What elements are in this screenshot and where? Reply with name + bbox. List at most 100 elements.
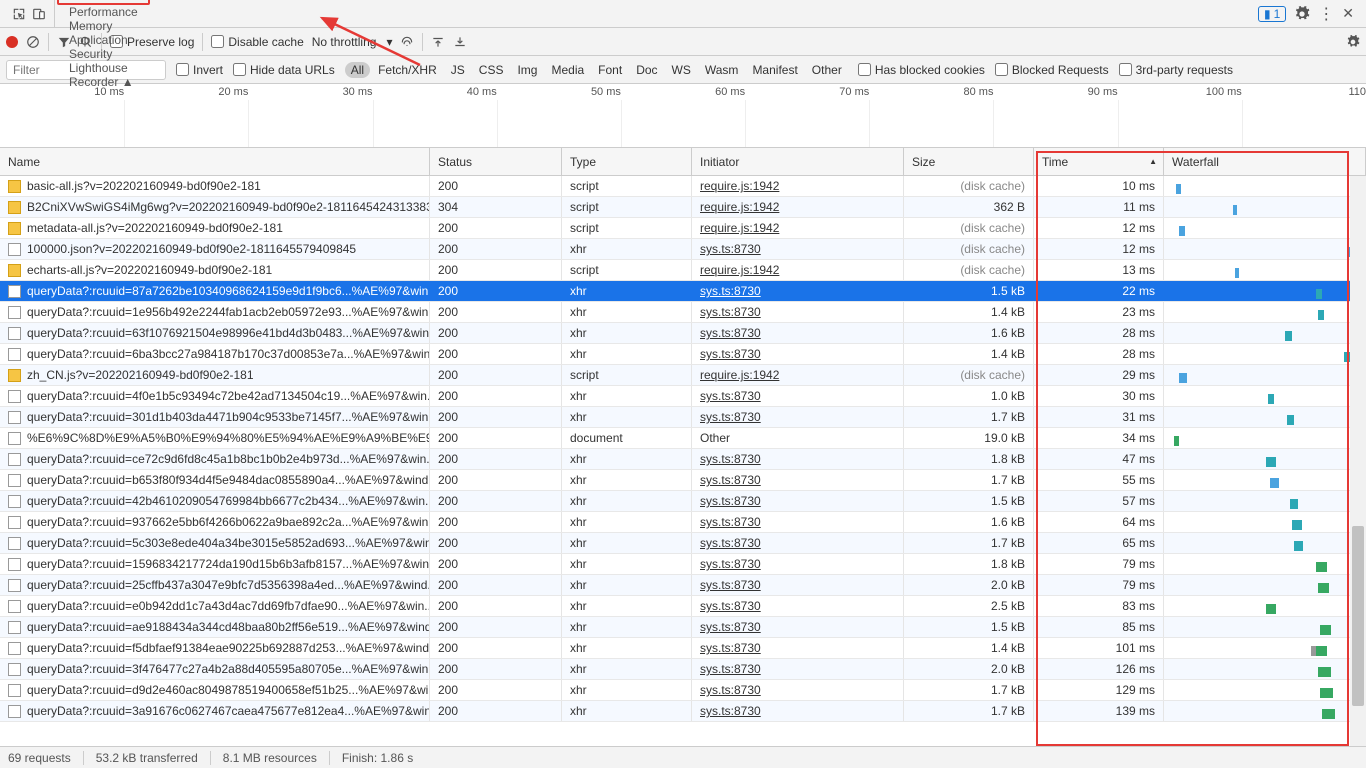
- tab-memory[interactable]: Memory: [55, 19, 152, 33]
- request-initiator[interactable]: sys.ts:8730: [692, 407, 904, 427]
- filter-type-all[interactable]: All: [345, 62, 370, 78]
- filter-type-img[interactable]: Img: [511, 62, 543, 78]
- device-toggle-icon[interactable]: [32, 7, 46, 21]
- request-initiator[interactable]: sys.ts:8730: [692, 575, 904, 595]
- record-button[interactable]: [6, 36, 18, 48]
- col-header-size[interactable]: Size: [904, 148, 1034, 175]
- request-initiator[interactable]: sys.ts:8730: [692, 617, 904, 637]
- table-row[interactable]: queryData?:rcuuid=b653f80f934d4f5e9484da…: [0, 470, 1366, 491]
- table-row[interactable]: basic-all.js?v=202202160949-bd0f90e2-181…: [0, 176, 1366, 197]
- table-row[interactable]: 100000.json?v=202202160949-bd0f90e2-1811…: [0, 239, 1366, 260]
- table-row[interactable]: queryData?:rcuuid=ae9188434a344cd48baa80…: [0, 617, 1366, 638]
- col-header-waterfall[interactable]: Waterfall: [1164, 148, 1366, 175]
- hide-data-urls-checkbox[interactable]: Hide data URLs: [233, 63, 335, 77]
- request-initiator[interactable]: sys.ts:8730: [692, 659, 904, 679]
- table-row[interactable]: queryData?:rcuuid=5c303e8ede404a34be3015…: [0, 533, 1366, 554]
- table-row[interactable]: queryData?:rcuuid=42b4610209054769984bb6…: [0, 491, 1366, 512]
- export-har-icon[interactable]: [453, 35, 467, 49]
- table-row[interactable]: queryData?:rcuuid=d9d2e460ac804987851940…: [0, 680, 1366, 701]
- table-row[interactable]: queryData?:rcuuid=25cffb437a3047e9bfc7d5…: [0, 575, 1366, 596]
- request-initiator[interactable]: sys.ts:8730: [692, 554, 904, 574]
- file-icon: [8, 558, 21, 571]
- request-initiator[interactable]: sys.ts:8730: [692, 512, 904, 532]
- tab-performance[interactable]: Performance: [55, 5, 152, 19]
- filter-type-media[interactable]: Media: [545, 62, 590, 78]
- filter-type-ws[interactable]: WS: [666, 62, 697, 78]
- col-header-time[interactable]: Time: [1034, 148, 1164, 175]
- col-header-initiator[interactable]: Initiator: [692, 148, 904, 175]
- invert-checkbox[interactable]: Invert: [176, 63, 223, 77]
- gear-icon[interactable]: [1294, 6, 1310, 22]
- blocked-requests-checkbox[interactable]: Blocked Requests: [995, 63, 1109, 77]
- table-row[interactable]: queryData?:rcuuid=3a91676c0627467caea475…: [0, 701, 1366, 722]
- request-initiator[interactable]: require.js:1942: [692, 365, 904, 385]
- request-initiator[interactable]: sys.ts:8730: [692, 323, 904, 343]
- network-conditions-icon[interactable]: [400, 35, 414, 49]
- request-waterfall: [1164, 344, 1366, 364]
- request-initiator[interactable]: sys.ts:8730: [692, 638, 904, 658]
- filter-type-js[interactable]: JS: [445, 62, 471, 78]
- table-row[interactable]: queryData?:rcuuid=4f0e1b5c93494c72be42ad…: [0, 386, 1366, 407]
- col-header-status[interactable]: Status: [430, 148, 562, 175]
- request-type: xhr: [562, 470, 692, 490]
- table-row[interactable]: zh_CN.js?v=202202160949-bd0f90e2-181200s…: [0, 365, 1366, 386]
- table-row[interactable]: queryData?:rcuuid=1596834217724da190d15b…: [0, 554, 1366, 575]
- inspect-icon[interactable]: [12, 7, 26, 21]
- kebab-icon[interactable]: ⋮: [1318, 4, 1334, 24]
- request-initiator[interactable]: require.js:1942: [692, 176, 904, 196]
- tab-application[interactable]: Application: [55, 33, 152, 47]
- third-party-checkbox[interactable]: 3rd-party requests: [1119, 63, 1233, 77]
- table-row[interactable]: queryData?:rcuuid=3f476477c27a4b2a88d405…: [0, 659, 1366, 680]
- request-initiator[interactable]: sys.ts:8730: [692, 449, 904, 469]
- request-initiator[interactable]: sys.ts:8730: [692, 491, 904, 511]
- request-initiator[interactable]: sys.ts:8730: [692, 533, 904, 553]
- request-initiator[interactable]: sys.ts:8730: [692, 680, 904, 700]
- filter-type-other[interactable]: Other: [806, 62, 848, 78]
- request-initiator[interactable]: sys.ts:8730: [692, 239, 904, 259]
- filter-type-wasm[interactable]: Wasm: [699, 62, 745, 78]
- request-initiator[interactable]: sys.ts:8730: [692, 302, 904, 322]
- table-row[interactable]: queryData?:rcuuid=e0b942dd1c7a43d4ac7dd6…: [0, 596, 1366, 617]
- clear-icon[interactable]: [26, 35, 40, 49]
- table-row[interactable]: echarts-all.js?v=202202160949-bd0f90e2-1…: [0, 260, 1366, 281]
- blocked-cookies-checkbox[interactable]: Has blocked cookies: [858, 63, 985, 77]
- table-row[interactable]: queryData?:rcuuid=f5dbfaef91384eae90225b…: [0, 638, 1366, 659]
- import-har-icon[interactable]: [431, 35, 445, 49]
- request-initiator[interactable]: require.js:1942: [692, 260, 904, 280]
- table-row[interactable]: B2CniXVwSwiGS4iMg6wg?v=202202160949-bd0f…: [0, 197, 1366, 218]
- table-row[interactable]: queryData?:rcuuid=937662e5bb6f4266b0622a…: [0, 512, 1366, 533]
- timeline-overview[interactable]: 10 ms20 ms30 ms40 ms50 ms60 ms70 ms80 ms…: [0, 84, 1366, 148]
- request-initiator[interactable]: Other: [692, 428, 904, 448]
- table-row[interactable]: queryData?:rcuuid=ce72c9d6fd8c45a1b8bc1b…: [0, 449, 1366, 470]
- col-header-type[interactable]: Type: [562, 148, 692, 175]
- filter-type-fetchxhr[interactable]: Fetch/XHR: [372, 62, 443, 78]
- request-initiator[interactable]: sys.ts:8730: [692, 386, 904, 406]
- issues-badge[interactable]: ▮1: [1258, 6, 1286, 22]
- scrollbar[interactable]: [1350, 176, 1366, 746]
- col-header-name[interactable]: Name: [0, 148, 430, 175]
- filter-type-doc[interactable]: Doc: [630, 62, 663, 78]
- request-initiator[interactable]: sys.ts:8730: [692, 470, 904, 490]
- table-row[interactable]: queryData?:rcuuid=301d1b403da4471b904c95…: [0, 407, 1366, 428]
- disable-cache-checkbox[interactable]: Disable cache: [211, 35, 303, 49]
- request-initiator[interactable]: sys.ts:8730: [692, 281, 904, 301]
- filter-type-font[interactable]: Font: [592, 62, 628, 78]
- request-initiator[interactable]: sys.ts:8730: [692, 596, 904, 616]
- tab-security[interactable]: Security: [55, 47, 152, 61]
- table-row[interactable]: queryData?:rcuuid=63f1076921504e98996e41…: [0, 323, 1366, 344]
- table-row[interactable]: queryData?:rcuuid=1e956b492e2244fab1acb2…: [0, 302, 1366, 323]
- request-initiator[interactable]: require.js:1942: [692, 218, 904, 238]
- settings-gear-icon[interactable]: [1346, 35, 1360, 49]
- request-initiator[interactable]: sys.ts:8730: [692, 701, 904, 721]
- request-initiator[interactable]: require.js:1942: [692, 197, 904, 217]
- tab-lighthouse[interactable]: Lighthouse: [55, 61, 152, 75]
- request-initiator[interactable]: sys.ts:8730: [692, 344, 904, 364]
- table-row[interactable]: %E6%9C%8D%E9%A5%B0%E9%94%80%E5%94%AE%E9%…: [0, 428, 1366, 449]
- table-row[interactable]: metadata-all.js?v=202202160949-bd0f90e2-…: [0, 218, 1366, 239]
- table-row[interactable]: queryData?:rcuuid=87a7262be1034096862415…: [0, 281, 1366, 302]
- throttling-select[interactable]: No throttling ▾: [312, 35, 393, 49]
- filter-type-manifest[interactable]: Manifest: [746, 62, 803, 78]
- close-icon[interactable]: ✕: [1342, 5, 1354, 22]
- table-row[interactable]: queryData?:rcuuid=6ba3bcc27a984187b170c3…: [0, 344, 1366, 365]
- filter-type-css[interactable]: CSS: [473, 62, 510, 78]
